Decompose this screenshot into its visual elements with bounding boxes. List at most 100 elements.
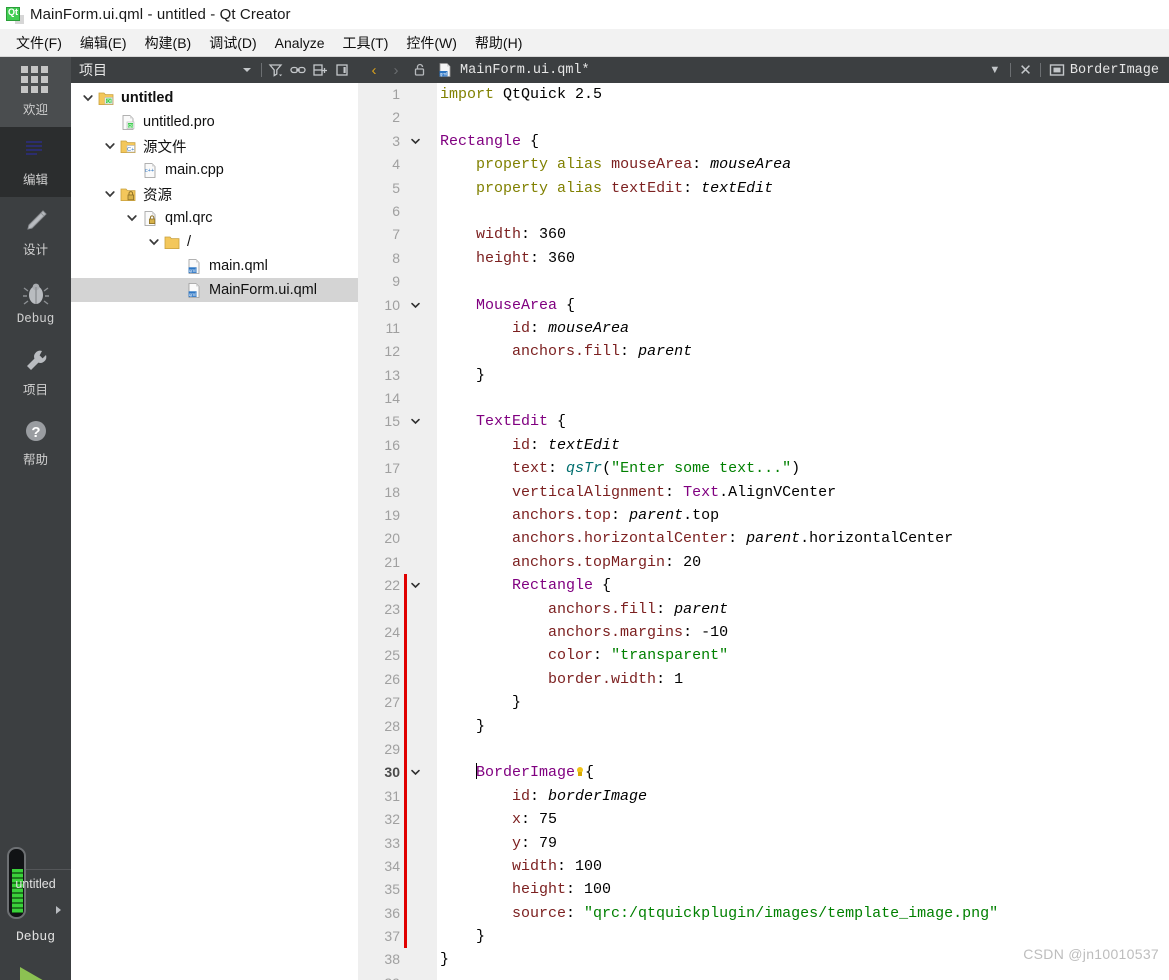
chevron-down-icon[interactable]: ▼ <box>989 64 1002 76</box>
mode-debug[interactable]: Debug <box>0 267 71 337</box>
code-line-text: anchors.topMargin: 20 <box>440 551 701 574</box>
code-line[interactable]: 30 BorderImage { <box>358 761 1169 785</box>
code-line[interactable]: 29 <box>358 737 1169 762</box>
quickfix-lightbulb-icon[interactable] <box>576 767 584 778</box>
menu-edit[interactable]: 编辑(E) <box>71 30 136 56</box>
code-line-text: x: 75 <box>440 808 557 831</box>
change-marker <box>404 878 407 902</box>
code-line[interactable]: 8 height: 360 <box>358 247 1169 270</box>
line-number: 13 <box>384 366 400 383</box>
tree-item[interactable]: qml main.qml <box>71 254 358 278</box>
menu-analyze[interactable]: Analyze <box>266 32 334 54</box>
code-line[interactable]: 16 id: textEdit <box>358 434 1169 457</box>
tree-item[interactable]: Qt untitled.pro <box>71 110 358 134</box>
mode-welcome[interactable]: 欢迎 <box>0 57 71 127</box>
code-line[interactable]: 21 anchors.topMargin: 20 <box>358 551 1169 574</box>
code-line[interactable]: 17 text: qsTr("Enter some text...") <box>358 457 1169 480</box>
project-tree[interactable]: Qt untitled Qt untitled.pro C+ 源文件 c++ main.cpp… <box>71 83 358 980</box>
filter-icon[interactable] <box>268 62 284 78</box>
mode-help[interactable]: ? 帮助 <box>0 407 71 477</box>
code-editor[interactable]: 1 import QtQuick 2.5 2 3 Rectangle {4 proper… <box>358 83 1169 980</box>
tree-item[interactable]: c++ main.cpp <box>71 158 358 182</box>
close-sidebar-icon[interactable] <box>334 62 350 78</box>
code-line[interactable]: 25 color: "transparent" <box>358 644 1169 668</box>
code-line[interactable]: 7 width: 360 <box>358 223 1169 246</box>
token-prop: mouseArea <box>611 156 693 174</box>
code-line[interactable]: 5 property alias textEdit: textEdit <box>358 177 1169 200</box>
tree-item[interactable]: 资源 <box>71 182 358 206</box>
code-line[interactable]: 32 x: 75 <box>358 808 1169 832</box>
back-arrow-icon[interactable]: ‹ <box>366 62 382 79</box>
chevron-down-icon[interactable] <box>125 211 139 225</box>
change-marker <box>404 597 407 621</box>
mode-edit[interactable]: 编辑 <box>0 127 71 197</box>
tree-item-label: 源文件 <box>143 139 187 156</box>
menu-build[interactable]: 构建(B) <box>136 30 201 56</box>
code-line[interactable]: 23 anchors.fill: parent <box>358 597 1169 621</box>
tree-item[interactable]: qml MainForm.ui.qml <box>71 278 358 302</box>
code-line[interactable]: 10 MouseArea { <box>358 294 1169 317</box>
code-line[interactable]: 6 <box>358 200 1169 223</box>
code-line[interactable]: 19 anchors.top: parent.top <box>358 504 1169 527</box>
code-line[interactable]: 26 border.width: 1 <box>358 667 1169 692</box>
change-marker <box>404 714 407 738</box>
token-id: parent <box>638 343 693 361</box>
kit-expand-arrow-icon[interactable] <box>56 906 61 914</box>
code-line[interactable]: 22 Rectangle { <box>358 574 1169 598</box>
code-line[interactable]: 34 width: 100 <box>358 854 1169 879</box>
menu-tools[interactable]: 工具(T) <box>333 30 397 56</box>
mode-design[interactable]: 设计 <box>0 197 71 267</box>
code-line[interactable]: 35 height: 100 <box>358 878 1169 902</box>
code-line[interactable]: 31 id: borderImage <box>358 784 1169 809</box>
chevron-down-icon[interactable] <box>81 91 95 105</box>
desktop-monitor-icon[interactable] <box>18 897 48 921</box>
code-line[interactable]: 14 <box>358 387 1169 410</box>
chevron-down-icon[interactable] <box>103 139 117 153</box>
run-triangle-icon[interactable] <box>20 967 46 980</box>
token-pln: ) <box>791 460 801 478</box>
tree-item[interactable]: qml.qrc <box>71 206 358 230</box>
code-line[interactable]: 37 } <box>358 925 1169 949</box>
forward-arrow-icon[interactable]: › <box>388 62 404 79</box>
token-pln: : <box>521 811 540 829</box>
code-line[interactable]: 39 <box>358 972 1169 980</box>
split-add-icon[interactable] <box>312 62 328 78</box>
code-line[interactable]: 13 } <box>358 364 1169 387</box>
code-line[interactable]: 11 id: mouseArea <box>358 317 1169 340</box>
tree-item[interactable]: / <box>71 230 358 254</box>
tree-item[interactable]: C+ 源文件 <box>71 134 358 158</box>
kit-build-config[interactable]: Debug <box>0 929 71 944</box>
code-lines[interactable]: 1 import QtQuick 2.5 2 3 Rectangle {4 proper… <box>358 83 1169 980</box>
code-line[interactable]: 27 } <box>358 691 1169 715</box>
filter-dropdown-icon[interactable] <box>239 62 255 78</box>
code-line[interactable]: 1 import QtQuick 2.5 <box>358 83 1169 106</box>
menu-window[interactable]: 控件(W) <box>397 30 466 56</box>
code-line[interactable]: 28 } <box>358 714 1169 738</box>
menu-file[interactable]: 文件(F) <box>7 30 71 56</box>
code-line[interactable]: 20 anchors.horizontalCenter: parent.hori… <box>358 527 1169 550</box>
menu-help[interactable]: 帮助(H) <box>466 30 531 56</box>
code-line[interactable]: 15 TextEdit { <box>358 410 1169 433</box>
code-line[interactable]: 36 source: "qrc:/qtquickplugin/images/te… <box>358 901 1169 926</box>
line-number: 9 <box>392 273 400 290</box>
kit-project-name[interactable]: untitled <box>0 877 71 891</box>
change-marker <box>404 901 407 926</box>
code-line[interactable]: 18 verticalAlignment: Text.AlignVCenter <box>358 481 1169 504</box>
chevron-down-icon[interactable] <box>147 235 161 249</box>
unlocked-padlock-icon[interactable] <box>412 62 428 78</box>
link-sync-icon[interactable] <box>290 62 306 78</box>
close-x-icon[interactable]: ✕ <box>1019 63 1032 78</box>
code-line[interactable]: 12 anchors.fill: parent <box>358 340 1169 363</box>
editor-symbol-label[interactable]: BorderImage <box>1070 63 1169 78</box>
tree-item[interactable]: Qt untitled <box>71 86 358 110</box>
mode-projects[interactable]: 项目 <box>0 337 71 407</box>
menu-debug[interactable]: 调试(D) <box>200 30 265 56</box>
code-line[interactable]: 9 <box>358 270 1169 293</box>
code-line[interactable]: 2 <box>358 106 1169 129</box>
chevron-down-icon[interactable] <box>103 187 117 201</box>
editor-tab-filename[interactable]: MainForm.ui.qml* <box>460 63 590 78</box>
code-line[interactable]: 3 Rectangle { <box>358 130 1169 153</box>
code-line[interactable]: 24 anchors.margins: -10 <box>358 620 1169 645</box>
code-line[interactable]: 33 y: 79 <box>358 831 1169 855</box>
code-line[interactable]: 4 property alias mouseArea: mouseArea <box>358 153 1169 176</box>
